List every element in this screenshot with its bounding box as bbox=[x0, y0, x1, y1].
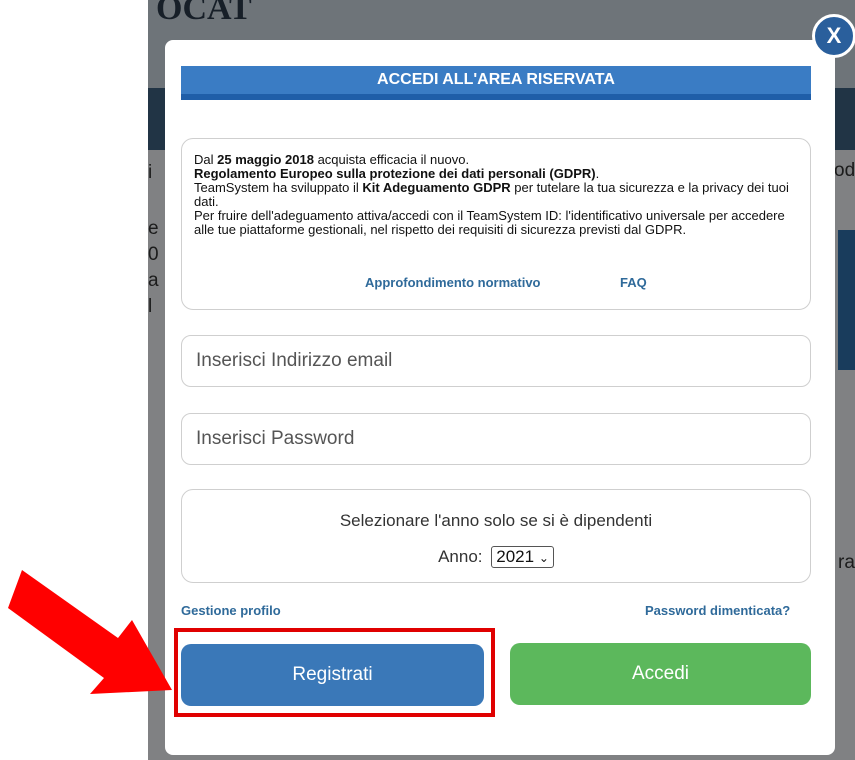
chevron-down-icon: ⌄ bbox=[538, 551, 549, 565]
gdpr-info-line-2: Regolamento Europeo sulla protezione dei… bbox=[194, 166, 600, 181]
year-selection-box: Selezionare l'anno solo se si è dipenden… bbox=[181, 489, 811, 583]
highlight-frame bbox=[174, 628, 495, 717]
year-label: Anno: bbox=[438, 547, 483, 566]
faq-link[interactable]: FAQ bbox=[620, 276, 647, 290]
gdpr-info-line-1: Dal 25 maggio 2018 acquista efficacia il… bbox=[194, 152, 470, 167]
password-input[interactable] bbox=[181, 413, 811, 465]
close-button[interactable]: X bbox=[812, 14, 855, 58]
email-input[interactable] bbox=[181, 335, 811, 387]
modal-title: ACCEDI ALL'AREA RISERVATA bbox=[181, 66, 811, 100]
regulation-link[interactable]: Approfondimento normativo bbox=[365, 276, 541, 290]
year-row: Anno: 2021 ⌄ bbox=[182, 546, 810, 568]
login-button[interactable]: Accedi bbox=[510, 643, 811, 705]
forgot-password-link[interactable]: Password dimenticata? bbox=[645, 603, 790, 618]
year-select[interactable]: 2021 ⌄ bbox=[491, 546, 554, 568]
gdpr-info-line-3: TeamSystem ha sviluppato il Kit Adeguame… bbox=[194, 180, 789, 209]
year-hint: Selezionare l'anno solo se si è dipenden… bbox=[339, 511, 653, 530]
gdpr-info-box: Dal 25 maggio 2018 acquista efficacia il… bbox=[181, 138, 811, 310]
red-arrow-icon bbox=[8, 570, 172, 694]
gdpr-info-line-4: Per fruire dell'adeguamento attiva/acced… bbox=[194, 208, 785, 237]
